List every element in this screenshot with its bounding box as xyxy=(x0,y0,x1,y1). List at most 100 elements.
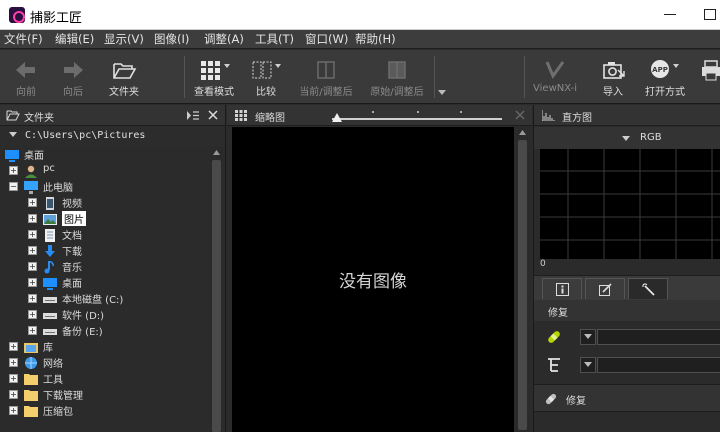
retouch-field-2[interactable] xyxy=(597,357,720,373)
back-button[interactable]: 向前 xyxy=(6,50,46,104)
menu-edit[interactable]: 编辑(E) xyxy=(55,31,94,47)
tree-item[interactable]: + pc xyxy=(0,162,210,178)
expand-toggle[interactable]: + xyxy=(9,374,18,383)
tree-item[interactable]: + 库 xyxy=(0,338,210,354)
folder-button[interactable]: 文件夹 xyxy=(103,50,145,104)
print-button[interactable] xyxy=(698,50,720,104)
expand-toggle[interactable]: + xyxy=(9,166,18,175)
folder-scrollbar[interactable] xyxy=(210,147,223,432)
compare-button[interactable]: 比较 xyxy=(244,50,288,104)
expand-toggle[interactable]: + xyxy=(28,278,37,287)
original-adjusted-button[interactable]: 原始/调整后 xyxy=(364,50,430,104)
tree-item[interactable]: 桌面 xyxy=(0,146,210,162)
chevron-down-icon[interactable] xyxy=(622,136,630,142)
expand-toggle[interactable]: + xyxy=(28,246,37,255)
expand-toggle[interactable]: + xyxy=(28,214,37,223)
scroll-up-icon[interactable] xyxy=(213,150,220,155)
retouch-field-1[interactable] xyxy=(597,329,720,345)
tree-item[interactable]: − 此电脑 xyxy=(0,178,210,194)
thumbnail-panel-header: 缩略图 xyxy=(227,105,532,126)
expand-toggle[interactable]: + xyxy=(28,198,37,207)
expand-toggle[interactable]: − xyxy=(9,182,18,191)
menu-view[interactable]: 显示(V) xyxy=(104,31,144,47)
tree-item[interactable]: + 桌面 xyxy=(0,274,210,290)
current-adjusted-label: 当前/调整后 xyxy=(299,87,353,98)
tab-edit[interactable] xyxy=(585,278,625,299)
tree-item[interactable]: + 下载管理 xyxy=(0,386,210,402)
panel-menu-icon[interactable] xyxy=(187,111,199,120)
forward-label: 向后 xyxy=(63,87,83,98)
menu-tools[interactable]: 工具(T) xyxy=(255,31,294,47)
tree-item-label: 软件 (D:) xyxy=(62,311,105,322)
expand-toggle[interactable]: + xyxy=(28,294,37,303)
open-with-button[interactable]: APP 打开方式 xyxy=(640,50,690,104)
scrollbar-thumb[interactable] xyxy=(212,160,221,432)
chevron-down-icon[interactable] xyxy=(9,132,17,138)
slider-handle[interactable] xyxy=(332,113,342,122)
scroll-up-icon[interactable] xyxy=(519,130,526,135)
library-icon xyxy=(24,339,38,353)
current-adjusted-button[interactable]: 当前/调整后 xyxy=(294,50,358,104)
expand-toggle[interactable]: + xyxy=(28,326,37,335)
close-icon[interactable] xyxy=(515,110,525,120)
retouch-footer[interactable]: 修复 xyxy=(534,384,720,412)
folder-open-icon xyxy=(113,63,137,79)
tree-item[interactable]: + 备份 (E:) xyxy=(0,322,210,338)
tree-item[interactable]: + 软件 (D:) xyxy=(0,306,210,322)
menu-file[interactable]: 文件(F) xyxy=(4,31,43,47)
tree-item[interactable]: + 音乐 xyxy=(0,258,210,274)
printer-icon xyxy=(702,60,720,81)
channel-select[interactable]: RGB xyxy=(640,132,662,143)
bandage-icon[interactable] xyxy=(546,329,562,345)
window-title: 捕影工匠 xyxy=(30,11,83,26)
expand-toggle[interactable]: + xyxy=(9,406,18,415)
tab-tools[interactable] xyxy=(628,278,668,299)
expand-toggle[interactable]: + xyxy=(9,342,18,351)
menu-window[interactable]: 窗口(W) xyxy=(305,31,348,47)
thumbnail-size-slider[interactable] xyxy=(332,109,502,123)
arrow-left-icon xyxy=(16,62,35,78)
menu-adjust[interactable]: 调整(A) xyxy=(204,31,244,47)
tree-item[interactable]: + 下载 xyxy=(0,242,210,258)
expand-toggle[interactable]: + xyxy=(9,358,18,367)
tree-structure-icon[interactable] xyxy=(546,357,562,373)
app-logo-icon xyxy=(9,7,25,23)
minimize-icon[interactable] xyxy=(664,14,676,15)
forward-button[interactable]: 向后 xyxy=(53,50,93,104)
expand-toggle[interactable]: + xyxy=(28,262,37,271)
tree-item[interactable]: + 视频 xyxy=(0,194,210,210)
maximize-icon[interactable] xyxy=(704,9,716,20)
slider-track xyxy=(332,118,502,120)
tree-item[interactable]: + 网络 xyxy=(0,354,210,370)
thumbnail-panel: 缩略图 没有图像 xyxy=(227,105,532,432)
expand-toggle[interactable]: + xyxy=(28,230,37,239)
thumbnail-scrollbar[interactable] xyxy=(516,127,529,432)
tree-item[interactable]: + 压缩包 xyxy=(0,402,210,418)
network-icon xyxy=(24,355,38,369)
expand-toggle[interactable]: + xyxy=(28,310,37,319)
open-with-label: 打开方式 xyxy=(645,87,685,98)
menu-image[interactable]: 图像(I) xyxy=(154,31,189,47)
menu-help[interactable]: 帮助(H) xyxy=(355,31,396,47)
tree-item-label: 此电脑 xyxy=(43,183,73,194)
tree-item[interactable]: + 工具 xyxy=(0,370,210,386)
close-icon[interactable] xyxy=(208,110,218,120)
view-mode-button[interactable]: 查看模式 xyxy=(188,50,240,104)
tree-item[interactable]: + 本地磁盘 (C:) xyxy=(0,290,210,306)
folder-panel: 文件夹 C:\Users\pc\Pictures 桌面 + pc − 此电脑 + 视频 + 图片… xyxy=(0,105,226,432)
tree-item[interactable]: + 图片 xyxy=(0,210,210,226)
expand-toggle[interactable]: + xyxy=(9,390,18,399)
tree-item[interactable]: + 文档 xyxy=(0,226,210,242)
thumbnail-area[interactable]: 没有图像 xyxy=(232,127,514,432)
viewnx-button[interactable]: ViewNX-i xyxy=(530,50,580,104)
path-bar[interactable]: C:\Users\pc\Pictures xyxy=(0,126,225,146)
scrollbar-thumb[interactable] xyxy=(518,140,527,430)
toolbar-separator xyxy=(434,56,435,98)
tab-info[interactable] xyxy=(542,278,582,299)
retouch-dropdown-2[interactable] xyxy=(580,357,596,373)
right-panel: 直方图 RGB 0 修复 修复 xyxy=(533,105,720,432)
toolbar-separator xyxy=(184,56,185,98)
retouch-dropdown-1[interactable] xyxy=(580,329,596,345)
import-button[interactable]: 导入 xyxy=(594,50,632,104)
toolbar-overflow-button[interactable] xyxy=(436,50,448,104)
